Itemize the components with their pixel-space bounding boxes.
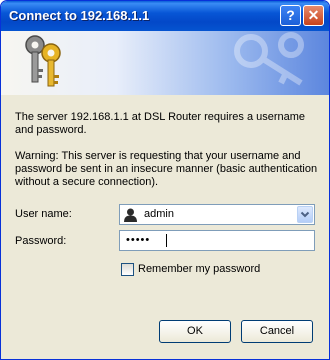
user-icon [124,208,137,222]
remember-password-label[interactable]: Remember my password [138,263,260,276]
server-message-line-2: and password. [15,124,87,136]
login-dialog: Connect to 192.168.1.1 ? ✕ The server 19… [0,0,330,360]
warning-line-2: password be sent in an insecure manner (… [15,163,318,175]
chevron-down-icon [300,211,310,218]
close-button[interactable]: ✕ [303,5,324,26]
warning-line-3: without a secure connection). [15,176,159,188]
title-bar[interactable]: Connect to 192.168.1.1 ? ✕ [1,1,329,31]
banner-graphic [25,32,304,87]
text-caret [166,234,167,247]
help-button[interactable]: ? [280,5,301,26]
cancel-button[interactable]: Cancel [241,320,313,343]
warning-line-1: Warning: This server is requesting that … [15,150,301,162]
remember-password-checkbox[interactable] [121,263,134,276]
keys-icon [25,35,61,87]
server-message-line-1: The server 192.168.1.1 at DSL Router req… [15,111,306,123]
dialog-title: Connect to 192.168.1.1 [9,8,150,23]
username-dropdown-button[interactable] [297,206,313,223]
ok-button[interactable]: OK [159,320,231,343]
password-value: ••••• [126,234,151,246]
password-input[interactable]: ••••• [119,230,315,251]
dialog-body: The server 192.168.1.1 at DSL Router req… [1,96,329,359]
username-value: admin [144,208,174,220]
help-icon: ? [286,7,295,23]
close-icon: ✕ [307,7,320,23]
username-label: User name: [15,208,72,220]
username-combobox[interactable]: admin [119,204,315,225]
password-label: Password: [15,235,67,247]
header-banner [1,31,329,95]
